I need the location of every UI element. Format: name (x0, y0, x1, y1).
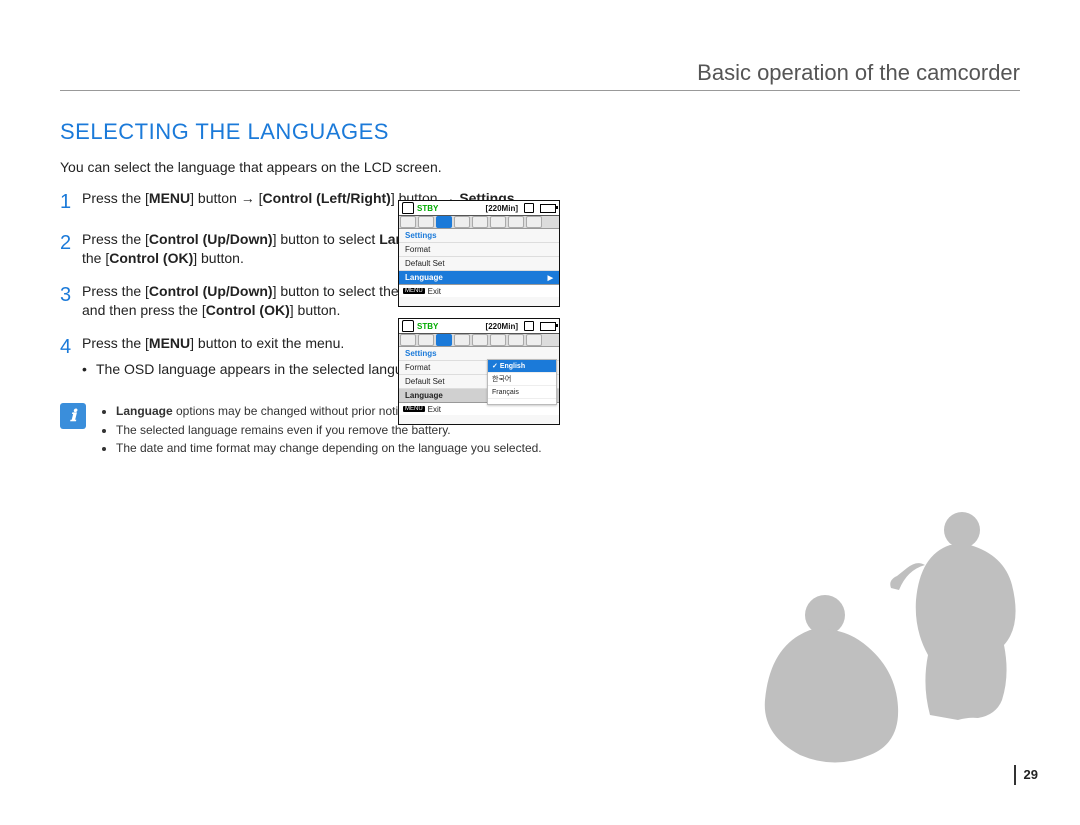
menu-row: Format (399, 242, 559, 256)
card-icon (524, 203, 534, 213)
intro-text: You can select the language that appears… (60, 159, 1020, 175)
camera-icon (402, 320, 414, 332)
language-option: 한국어 (488, 373, 556, 386)
step-number: 3 (60, 282, 82, 320)
silhouette-figure (750, 505, 1050, 765)
stby-label: STBY (417, 322, 438, 331)
step-number: 4 (60, 334, 82, 380)
language-popup: ✓ English한국어Français (487, 359, 557, 405)
page-number: 29 (1014, 765, 1038, 785)
menu-row: Default Set (399, 256, 559, 270)
settings-heading: Settings (399, 229, 559, 242)
step-number: 2 (60, 230, 82, 268)
camera-icon (402, 202, 414, 214)
stby-label: STBY (417, 204, 438, 213)
battery-icon (540, 204, 556, 213)
remaining-time: [220Min] (486, 204, 518, 213)
menu-badge: MENU (403, 288, 425, 294)
remaining-time: [220Min] (486, 322, 518, 331)
battery-icon (540, 322, 556, 331)
section-header: Basic operation of the camcorder (60, 60, 1020, 91)
tab-bar (399, 334, 559, 347)
card-icon (524, 321, 534, 331)
page-title: SELECTING THE LANGUAGES (60, 119, 1020, 145)
lcd-screenshot-1: STBY [220Min] Settings FormatDefault Set… (398, 200, 560, 307)
tab-bar (399, 216, 559, 229)
menu-badge: MENU (403, 406, 425, 412)
menu-row: Language▶ (399, 270, 559, 284)
language-option: Français (488, 386, 556, 399)
exit-label: Exit (428, 287, 441, 296)
note-item: The date and time format may change depe… (116, 440, 542, 456)
step-number: 1 (60, 189, 82, 216)
lcd-screenshot-2: STBY [220Min] Settings FormatDefault Set… (398, 318, 560, 425)
exit-label: Exit (428, 405, 441, 414)
language-option: ✓ English (488, 360, 556, 373)
info-icon: ℹ (60, 403, 86, 429)
